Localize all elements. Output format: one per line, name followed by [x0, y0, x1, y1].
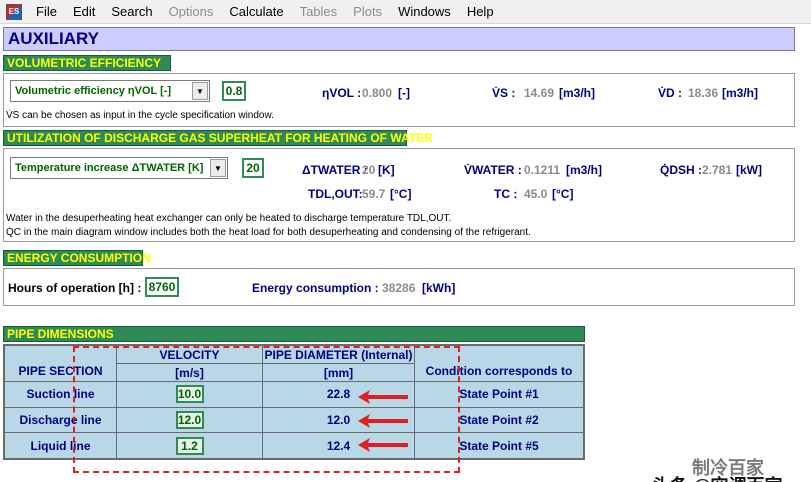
row-condition: State Point #1: [414, 381, 584, 408]
temperature-increase-select[interactable]: Temperature increase ΔTWATER [K] ▼: [10, 157, 228, 179]
arrow-icon: [358, 414, 408, 428]
velocity-input[interactable]: 12.0: [175, 410, 204, 429]
pipe-header: PIPE DIMENSIONS: [3, 326, 585, 342]
volumetric-efficiency-input[interactable]: 0.8: [222, 81, 246, 101]
row-section: Discharge line: [4, 406, 117, 434]
vs-value: 14.69: [524, 86, 555, 100]
t-dl-out-value: 59.7: [362, 187, 386, 201]
superheat-note-2: Q̇C in the main diagram window includes …: [6, 227, 531, 238]
auxiliary-panel: AUXILIARY VOLUMETRIC EFFICIENCY Volumetr…: [0, 24, 811, 482]
eta-vol-label: ηVOL :: [322, 86, 362, 100]
energy-consumption-unit: [kWh]: [422, 281, 456, 295]
table-row: Discharge line 12.0 12.0 State Point #2: [4, 406, 584, 434]
energy-consumption-label: Energy consumption :: [252, 281, 379, 295]
chevron-down-icon[interactable]: ▼: [192, 82, 208, 100]
volumetric-select-label: Volumetric efficiency ηVOL [-]: [15, 85, 172, 97]
v-water-label: V̇WATER :: [464, 163, 522, 177]
col-diameter: PIPE DIAMETER (Internal): [262, 345, 415, 364]
menu-tables[interactable]: Tables: [292, 0, 346, 24]
app-window: ES File Edit Search Options Calculate Ta…: [0, 0, 811, 482]
vd-label: V̇D :: [658, 86, 682, 100]
menu-calculate[interactable]: Calculate: [221, 0, 291, 24]
volumetric-header: VOLUMETRIC EFFICIENCY: [3, 55, 171, 71]
volumetric-note: V̇S can be chosen as input in the cycle …: [6, 110, 274, 121]
superheat-note-1: Water in the desuperheating heat exchang…: [6, 213, 452, 224]
table-row: Suction line 10.0 22.8 State Point #1: [4, 381, 584, 408]
col-velocity: VELOCITY: [116, 345, 263, 364]
app-icon[interactable]: ES: [6, 3, 22, 20]
watermark-line-2: 头条 @空调百家: [652, 472, 783, 482]
menu-plots[interactable]: Plots: [345, 0, 390, 24]
t-c-value: 45.0: [524, 187, 548, 201]
v-water-unit: [m3/h]: [566, 163, 602, 177]
energy-section: Hours of operation [h] : 8760 Energy con…: [3, 268, 795, 306]
chevron-down-icon[interactable]: ▼: [210, 159, 226, 177]
pipe-table: PIPE SECTION VELOCITY PIPE DIAMETER (Int…: [3, 344, 585, 460]
row-condition: State Point #2: [414, 406, 584, 434]
page-title: AUXILIARY: [3, 27, 795, 51]
row-section: Liquid line: [4, 432, 117, 459]
table-row: Liquid line 1.2 12.4 State Point #5: [4, 432, 584, 459]
vs-label: V̇S :: [492, 86, 516, 100]
vd-unit: [m3/h]: [722, 86, 758, 100]
col-diameter-unit: [mm]: [262, 363, 415, 382]
t-c-unit: [°C]: [552, 187, 574, 201]
velocity-input[interactable]: 1.2: [175, 436, 204, 455]
dt-water-label: ΔTWATER :: [302, 163, 368, 177]
hours-input[interactable]: 8760: [145, 277, 179, 297]
eta-vol-unit: [-]: [398, 86, 410, 100]
menu-edit[interactable]: Edit: [65, 0, 103, 24]
temperature-select-label: Temperature increase ΔTWATER [K]: [15, 162, 204, 174]
row-condition: State Point #5: [414, 432, 584, 459]
superheat-section: Temperature increase ΔTWATER [K] ▼ 20 ΔT…: [3, 148, 795, 242]
vs-unit: [m3/h]: [559, 86, 595, 100]
temperature-increase-input[interactable]: 20: [242, 158, 264, 178]
superheat-header: UTILIZATION OF DISCHARGE GAS SUPERHEAT F…: [3, 130, 433, 146]
volumetric-section: Volumetric efficiency ηVOL [-] ▼ 0.8 ηVO…: [3, 73, 795, 127]
vd-value: 18.36: [688, 86, 719, 100]
watermark: 制冷百家 头条 @空调百家: [652, 454, 807, 482]
eta-vol-value: 0.800: [362, 86, 393, 100]
q-dsh-unit: [kW]: [736, 163, 762, 177]
col-velocity-unit: [m/s]: [116, 363, 263, 382]
energy-header: ENERGY CONSUMPTION: [3, 250, 151, 266]
menu-bar: ES File Edit Search Options Calculate Ta…: [0, 0, 811, 24]
t-dl-out-unit: [°C]: [390, 187, 412, 201]
q-dsh-label: Q̇DSH :: [660, 163, 702, 177]
v-water-value: 0.1211: [524, 163, 561, 177]
col-pipe-section: PIPE SECTION: [4, 345, 117, 382]
dt-water-unit: [K]: [378, 163, 395, 177]
velocity-input[interactable]: 10.0: [175, 385, 204, 404]
menu-options[interactable]: Options: [161, 0, 222, 24]
menu-windows[interactable]: Windows: [390, 0, 459, 24]
q-dsh-value: 2.781: [702, 163, 733, 177]
hours-label: Hours of operation [h] :: [8, 281, 142, 295]
row-section: Suction line: [4, 381, 117, 408]
menu-search[interactable]: Search: [103, 0, 160, 24]
t-dl-out-label: TDL,OUT:: [308, 187, 363, 201]
t-c-label: TC :: [494, 187, 518, 201]
col-condition: Condition corresponds to: [414, 345, 584, 382]
arrow-icon: [358, 438, 408, 452]
arrow-icon: [358, 390, 408, 404]
dt-water-value: 20: [362, 163, 376, 177]
energy-consumption-value: 38286: [382, 281, 416, 295]
menu-file[interactable]: File: [28, 0, 65, 24]
volumetric-efficiency-select[interactable]: Volumetric efficiency ηVOL [-] ▼: [10, 80, 210, 102]
menu-help[interactable]: Help: [459, 0, 502, 24]
